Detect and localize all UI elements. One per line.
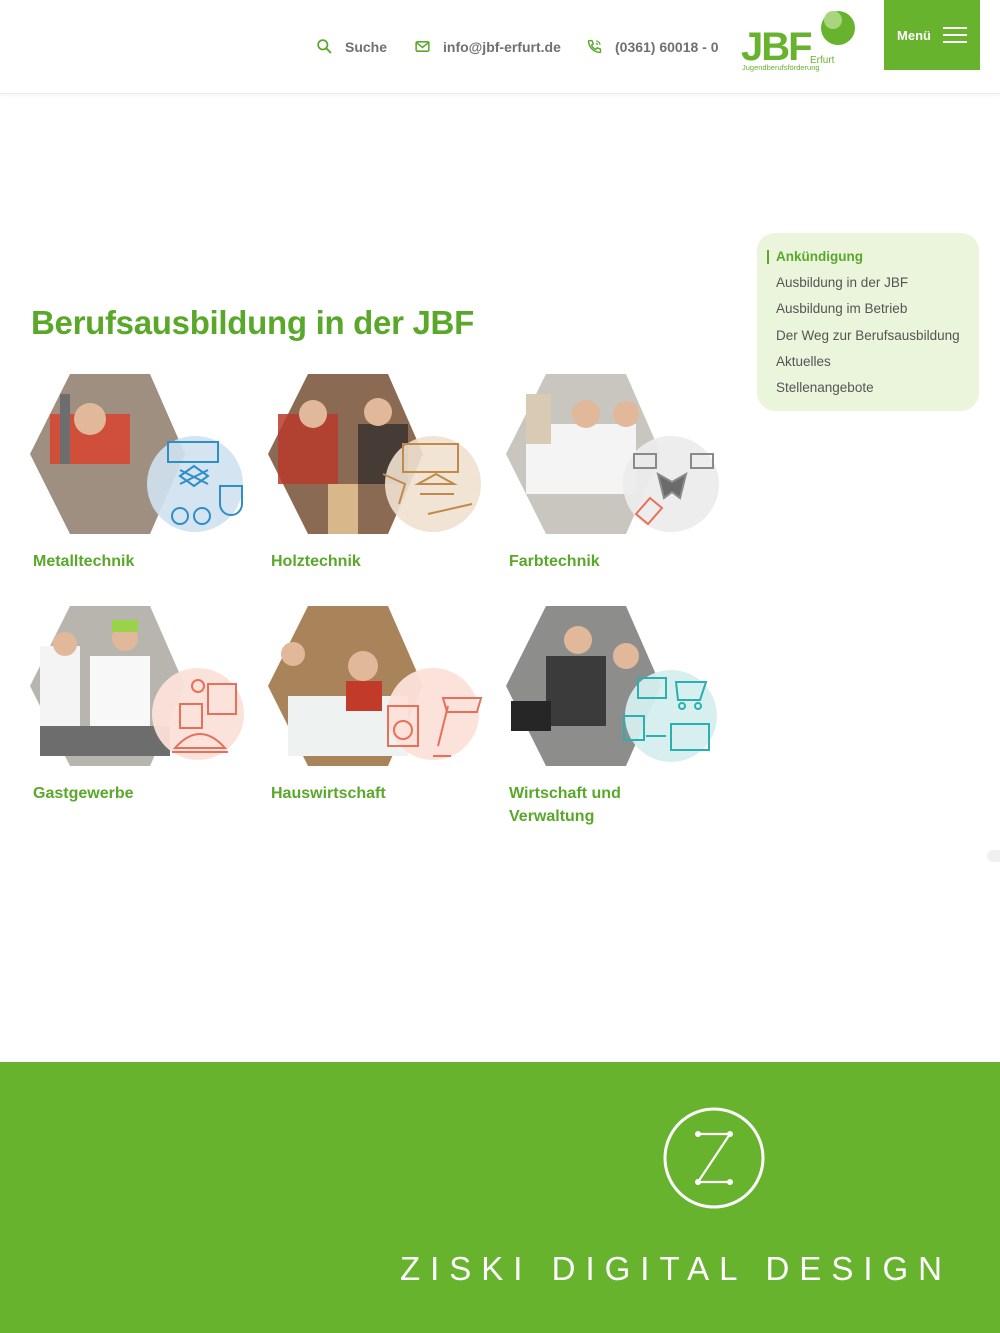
card-label: Hauswirtschaft: [271, 785, 386, 802]
card-label: Metalltechnik: [33, 553, 135, 570]
menu-label: Menü: [897, 27, 931, 43]
site-header: Suche info@jbf-erfurt.de (0361) 60018 - …: [0, 0, 1000, 94]
card-label: Farbtechnik: [509, 553, 600, 570]
card-image-farbtechnik: [506, 374, 719, 534]
card-label: Holztechnik: [271, 553, 361, 570]
card-farbtechnik[interactable]: Farbtechnik: [506, 374, 728, 574]
search-icon: [317, 39, 332, 54]
phone-text: (0361) 60018 - 0: [615, 38, 719, 55]
card-hauswirtschaft[interactable]: Hauswirtschaft: [268, 606, 490, 816]
subnav-item-ausbildung-betrieb[interactable]: Ausbildung im Betrieb: [776, 300, 979, 326]
subnav-item-weg-berufsausbildung[interactable]: Der Weg zur Berufsausbildung: [776, 327, 979, 353]
card-image-holztechnik: [268, 374, 481, 534]
card-holztechnik[interactable]: Holztechnik: [268, 374, 490, 574]
search-label: Suche: [345, 38, 388, 55]
card-label-line2: Verwaltung: [509, 808, 595, 825]
subnav-item-stellenangebote[interactable]: Stellenangebote: [776, 379, 979, 405]
ziski-logo-icon: [663, 1107, 765, 1209]
mail-icon: [415, 41, 430, 52]
card-image-metalltechnik: [30, 374, 243, 534]
logo-circle-light: [824, 11, 842, 29]
card-gastgewerbe[interactable]: Gastgewerbe: [30, 606, 252, 816]
card-image-hauswirtschaft: [268, 606, 483, 766]
hamburger-icon: [942, 22, 967, 48]
card-label-line1: Wirtschaft und: [509, 785, 621, 802]
subnav-item-aktuelles[interactable]: Aktuelles: [776, 353, 979, 379]
footer-banner: ZISKI DIGITAL DESIGN: [0, 1062, 1000, 1333]
email-link[interactable]: info@jbf-erfurt.de: [414, 38, 561, 55]
page-title: Berufsausbildung in der JBF: [31, 304, 474, 341]
subnav-item-ankuendigung[interactable]: Ankündigung: [767, 248, 979, 274]
phone-icon: [587, 39, 602, 54]
scroll-to-top-hint[interactable]: [987, 850, 1000, 862]
card-image-gastgewerbe: [30, 606, 244, 766]
logo-tagline: Jugendberufsförderung: [742, 63, 820, 72]
card-image-wirtschaft-verwaltung: [506, 606, 717, 766]
menu-button[interactable]: Menü: [884, 0, 980, 70]
jbf-logo[interactable]: JBF Erfurt Jugendberufsförderung: [738, 8, 860, 74]
subnav-item-ausbildung-jbf[interactable]: Ausbildung in der JBF: [776, 274, 979, 300]
search-link[interactable]: Suche: [316, 38, 387, 55]
section-subnav: Ankündigung Ausbildung in der JBF Ausbil…: [757, 233, 979, 411]
footer-brand-name: ZISKI DIGITAL DESIGN: [399, 1250, 952, 1287]
email-text: info@jbf-erfurt.de: [443, 38, 561, 55]
card-wirtschaft-verwaltung[interactable]: Wirtschaft und Verwaltung: [506, 606, 728, 831]
card-metalltechnik[interactable]: Metalltechnik: [30, 374, 252, 574]
card-label: Gastgewerbe: [33, 785, 134, 802]
phone-link[interactable]: (0361) 60018 - 0: [586, 38, 719, 55]
